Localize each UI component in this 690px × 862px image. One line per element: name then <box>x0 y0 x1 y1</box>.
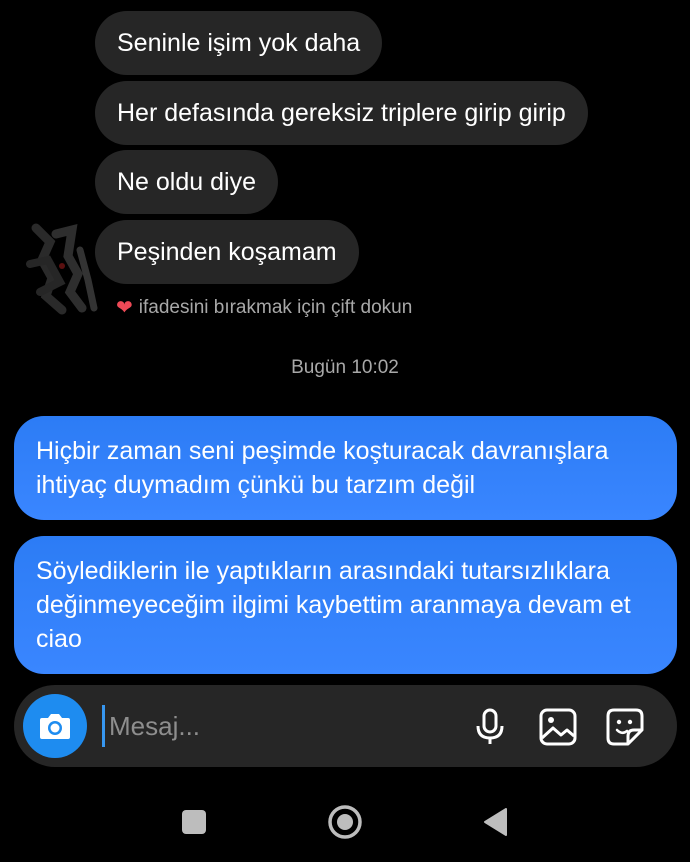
back-icon <box>484 808 507 836</box>
incoming-message[interactable]: Peşinden koşamam <box>95 220 359 284</box>
message-timestamp: Bugün 10:02 <box>291 357 399 378</box>
home-icon <box>328 805 362 839</box>
message-input[interactable] <box>102 705 409 747</box>
incoming-message[interactable]: Ne oldu diye <box>95 150 278 214</box>
gallery-icon <box>539 708 577 746</box>
incoming-message[interactable]: Her defasında gereksiz triplere girip gi… <box>95 81 588 145</box>
system-navigation-bar <box>0 780 690 862</box>
reaction-hint-text: ifadesini bırakmak için çift dokun <box>138 296 413 318</box>
back-button[interactable] <box>473 800 517 844</box>
recents-button[interactable] <box>172 800 216 844</box>
camera-icon <box>40 714 70 739</box>
sticker-icon <box>606 708 644 746</box>
camera-button[interactable] <box>23 694 87 758</box>
sticker-button[interactable] <box>605 707 645 747</box>
recents-icon <box>182 810 206 834</box>
outgoing-message[interactable]: Söylediklerin ile yaptıkların arasındaki… <box>14 536 677 674</box>
microphone-button[interactable] <box>470 707 510 747</box>
incoming-message[interactable]: Seninle işim yok daha <box>95 11 383 75</box>
message-composer <box>14 685 677 767</box>
gallery-button[interactable] <box>538 707 578 747</box>
outgoing-message[interactable]: Hiçbir zaman seni peşimde koşturacak dav… <box>14 416 677 520</box>
sender-avatar[interactable] <box>22 220 104 318</box>
home-button[interactable] <box>323 800 367 844</box>
microphone-icon <box>476 708 504 744</box>
reaction-hint: ❤ ifadesini bırakmak için çift dokun <box>116 295 412 320</box>
heart-icon: ❤ <box>116 297 133 319</box>
